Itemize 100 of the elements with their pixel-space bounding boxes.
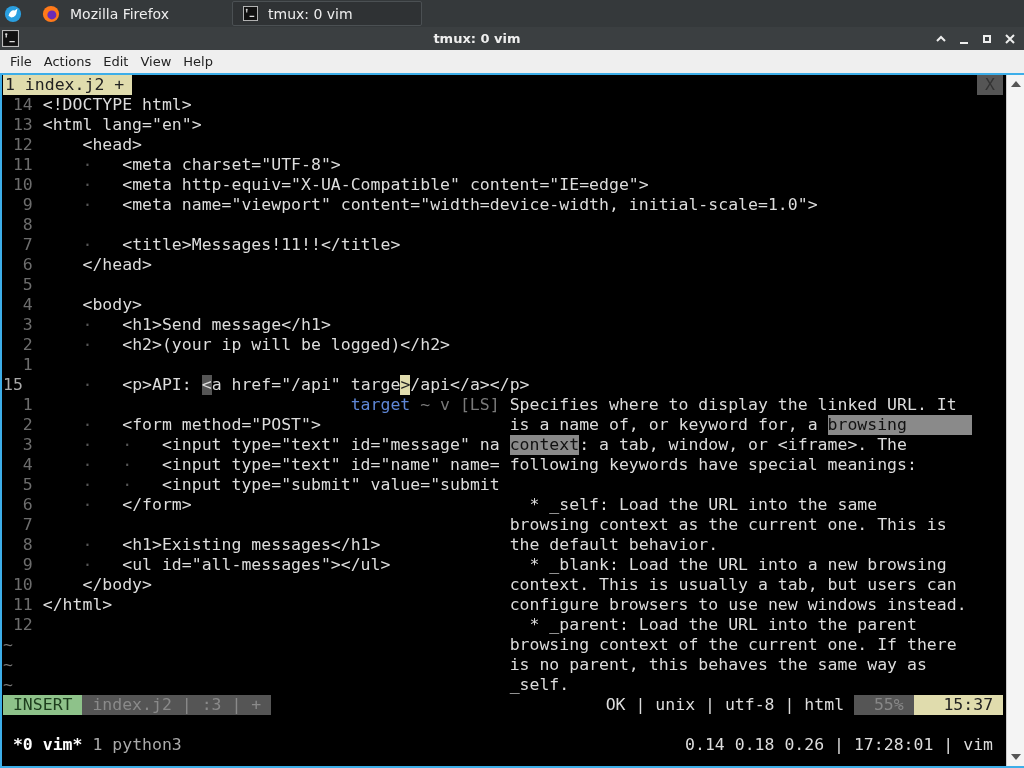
line-number: 11 (11, 595, 33, 615)
indent-guide: · (81, 235, 94, 255)
indent-guide: · (81, 315, 94, 335)
menu-item[interactable]: View (134, 54, 178, 69)
highlighted-text: context (509, 435, 580, 455)
doc-text: configure browsers to use new windows instead. (509, 595, 967, 615)
completion-kind: ~ v (420, 395, 450, 415)
code-text: <form method="POST"> (122, 415, 321, 435)
bracket-match: < (201, 375, 212, 395)
menu-item[interactable]: Actions (37, 54, 98, 69)
line-number: 4 (21, 295, 33, 315)
code-text: <html lang="en"> (42, 115, 202, 135)
tmux-status: 0.14 0.18 0.26 | 17:28:01 | vim (685, 735, 993, 755)
menu-item[interactable]: Help (177, 54, 219, 69)
indent-guide: · (81, 195, 94, 215)
line-number: 2 (21, 415, 33, 435)
empty-line-marker: ~ (3, 675, 13, 695)
code-text: <h2>(your ip will be logged)</h2> (122, 335, 451, 355)
doc-text: * _parent: Load the URL into the parent (528, 615, 917, 635)
doc-text: following keywords have special meanings: (509, 455, 917, 475)
mode-indicator: INSERT (3, 695, 83, 715)
line-number: 5 (21, 475, 33, 495)
doc-text: _self. (509, 675, 570, 695)
code-text: <head> (81, 135, 143, 155)
text-cursor: > (400, 375, 411, 395)
indent-guide: · (81, 175, 94, 195)
code-text: </head> (81, 255, 152, 275)
line-number: 3 (21, 435, 33, 455)
code-text: <input type="text" id="name" name= (161, 455, 500, 475)
code-text: <title>Messages!11!!</title> (122, 235, 401, 255)
doc-text: browsing context as the current one. This is (509, 515, 947, 535)
code-text: <input type="submit" value="submit (161, 475, 500, 495)
indent-guide: · · (81, 475, 134, 495)
menu-item[interactable]: File (4, 54, 38, 69)
scrollbar[interactable] (1006, 75, 1024, 766)
code-text: <meta charset="UTF-8"> (122, 155, 341, 175)
terminal-icon (243, 6, 258, 21)
line-number: 8 (21, 215, 33, 235)
empty-line-marker: ~ (3, 655, 13, 675)
terminal-icon (2, 30, 19, 47)
doc-text: context. This is usually a tab, but users can (509, 575, 957, 595)
indent-guide: · (81, 335, 94, 355)
indent-guide: · (81, 555, 94, 575)
completion-source: [LS] (459, 395, 500, 415)
indent-guide: · (81, 495, 94, 515)
line-number: 15 (3, 375, 24, 395)
code-text: </html> (42, 595, 113, 615)
doc-text: the default behavior. (509, 535, 719, 555)
buffer-tab[interactable]: 1 index.j2 + (3, 75, 133, 95)
line-number: 2 (21, 335, 33, 355)
line-number: 1 (21, 395, 33, 415)
highlighted-text: browsing (827, 415, 972, 435)
code-text: a href="/api" targe (211, 375, 401, 395)
taskbar-button[interactable]: Mozilla Firefox (38, 1, 228, 26)
line-number: 9 (21, 555, 33, 575)
indent-guide: · (81, 535, 94, 555)
cursor-position: 15:37 (913, 695, 1003, 715)
indent-guide: · (81, 375, 94, 395)
line-number: 12 (11, 135, 33, 155)
line-number: 3 (21, 315, 33, 335)
line-number: 4 (21, 455, 33, 475)
code-text: <p>API: (122, 375, 193, 395)
close-icon[interactable] (1004, 32, 1016, 45)
line-number: 6 (21, 255, 33, 275)
code-text: <meta http-equiv="X-UA-Compatible" content="IE=edge"> (122, 175, 649, 195)
line-number: 10 (11, 175, 33, 195)
line-number: 7 (21, 235, 33, 255)
file-format-info: OK | unix | utf-8 | html (605, 695, 846, 715)
code-text: <input type="text" id="message" na (161, 435, 500, 455)
code-text: </body> (81, 575, 152, 595)
line-number: 11 (11, 155, 33, 175)
launcher-icon[interactable] (4, 4, 22, 23)
empty-line-marker: ~ (3, 635, 13, 655)
firefox-icon (42, 4, 60, 23)
window-title: tmux: 0 vim (432, 31, 522, 46)
line-number: 1 (21, 355, 33, 375)
doc-text: * _self: Load the URL into the same (528, 495, 878, 515)
taskbar-button[interactable]: tmux: 0 vim (232, 1, 422, 26)
doc-text: browsing context of the current one. If there (509, 635, 957, 655)
line-number: 12 (11, 615, 33, 635)
code-text: <h1>Existing messages</h1> (122, 535, 381, 555)
doc-text: : a tab, window, or <iframe>. The (579, 435, 907, 455)
tmux-window[interactable]: *0 vim* (12, 735, 83, 755)
maximize-icon[interactable] (981, 32, 993, 45)
scroll-up-icon[interactable] (1010, 81, 1021, 87)
doc-text: is a name of, or keyword for, a (509, 415, 819, 435)
code-text: /api</a></p> (410, 375, 530, 395)
line-number: 5 (21, 275, 33, 295)
line-number: 8 (21, 535, 33, 555)
code-text: <meta name="viewport" content="width=device-width, initial-scale=1.0"> (122, 195, 818, 215)
scroll-down-icon[interactable] (1010, 754, 1021, 760)
indent-guide: · · (81, 435, 134, 455)
code-text: <h1>Send message</h1> (122, 315, 331, 335)
line-number: 9 (21, 195, 33, 215)
line-number: 13 (11, 115, 33, 135)
completion-word[interactable]: target (350, 395, 411, 415)
line-number: 14 (11, 95, 33, 115)
tmux-window[interactable]: 1 python3 (92, 735, 182, 755)
doc-text: is no parent, this behaves the same way as (509, 655, 927, 675)
menu-item[interactable]: Edit (97, 54, 135, 69)
